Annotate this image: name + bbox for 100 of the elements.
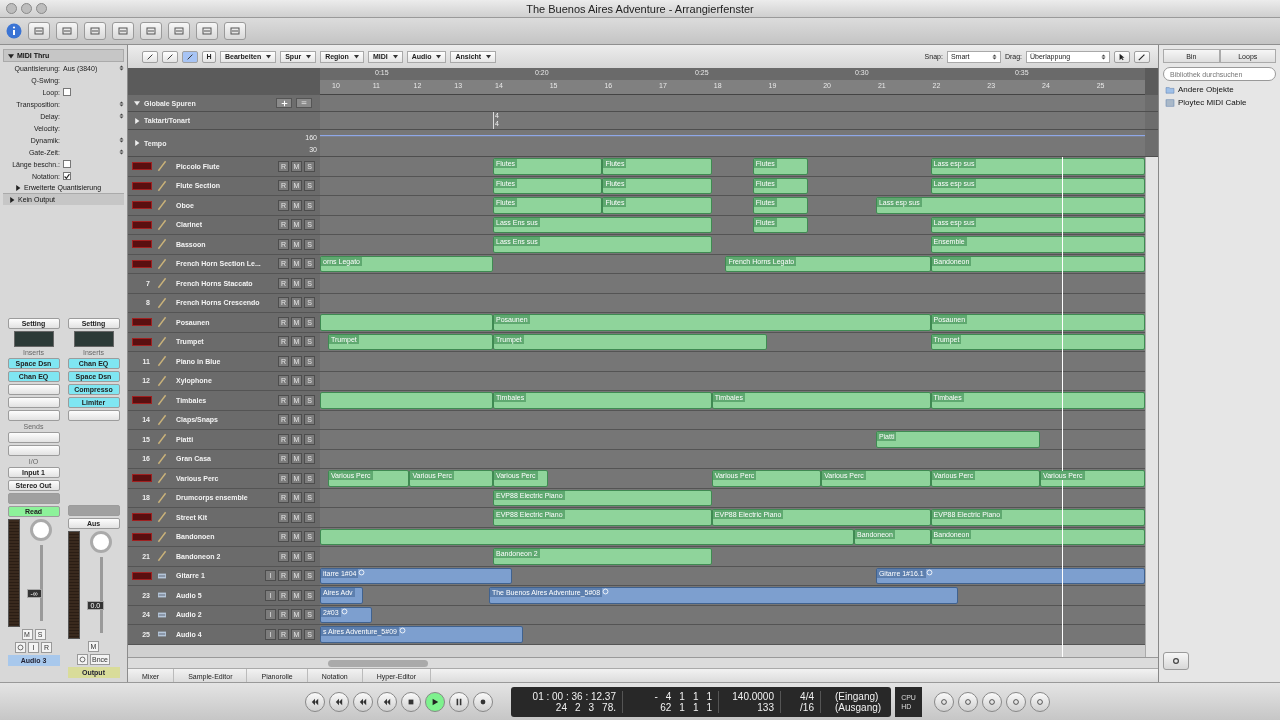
instrument-icon (155, 550, 169, 563)
checkbox[interactable] (63, 172, 71, 180)
configure-button[interactable] (296, 98, 312, 108)
time-signature-value: 4/4 (800, 690, 814, 702)
record-enable-indicator[interactable] (132, 474, 152, 483)
stepper-icon[interactable] (991, 52, 997, 61)
panel-button[interactable] (140, 22, 162, 40)
fader-track[interactable] (99, 557, 103, 633)
midi-region[interactable] (320, 528, 854, 545)
insert-slot[interactable] (67, 410, 120, 421)
action-menu-button[interactable] (1163, 652, 1189, 670)
record-enable-indicator[interactable] (132, 181, 152, 190)
forward-button[interactable] (377, 691, 397, 712)
grid-button[interactable] (196, 22, 218, 40)
send-slot[interactable] (7, 445, 60, 456)
record-enable-indicator[interactable] (132, 571, 152, 580)
stepper-icon[interactable] (119, 136, 124, 144)
stepper-icon[interactable] (119, 100, 124, 108)
instrument-icon (155, 530, 169, 543)
play-button[interactable] (425, 691, 445, 712)
list-button[interactable] (56, 22, 78, 40)
stepper-icon[interactable] (119, 112, 124, 120)
eq-display[interactable] (73, 331, 114, 347)
smpte-subframe-value: 78. (602, 701, 616, 713)
instrument-icon (155, 394, 169, 407)
tempo-line[interactable] (320, 135, 1145, 137)
add-button[interactable] (276, 98, 292, 108)
link-button[interactable] (77, 654, 88, 665)
metronome-button[interactable] (1029, 691, 1050, 712)
insert-slot[interactable] (7, 397, 60, 408)
disclosure-triangle-icon[interactable] (8, 52, 14, 59)
checkbox[interactable] (63, 88, 71, 96)
group-slot[interactable] (67, 505, 120, 516)
send-slot[interactable] (7, 432, 60, 443)
window-control-button[interactable] (36, 3, 47, 14)
folder-icon (1165, 85, 1175, 94)
midi-region[interactable] (320, 392, 493, 409)
pencil-button[interactable] (28, 22, 50, 40)
stop-button[interactable] (401, 691, 421, 712)
insert-slot[interactable] (7, 384, 60, 395)
horizontal-scrollbar[interactable] (128, 657, 1158, 668)
solo-button[interactable] (981, 691, 1002, 712)
device-icon (1165, 98, 1175, 107)
pan-knob[interactable] (90, 531, 112, 553)
back-arrow-button[interactable] (142, 50, 158, 63)
eq-display[interactable] (13, 331, 54, 347)
pencil-tool-button[interactable] (1134, 50, 1150, 63)
instrument-icon (155, 238, 169, 251)
sync-button[interactable] (1005, 691, 1026, 712)
rewind-button[interactable] (353, 691, 373, 712)
pause-button[interactable] (449, 691, 469, 712)
bar-position-value: 4 (665, 690, 672, 702)
record-enable-indicator[interactable] (132, 220, 152, 229)
checkbox[interactable] (63, 160, 71, 168)
link-button[interactable] (162, 50, 178, 63)
catch-button[interactable] (182, 50, 198, 63)
window-control-button[interactable] (6, 3, 17, 14)
ring-icon (358, 568, 366, 576)
library-item[interactable]: Ploytec MIDI Cable (1178, 98, 1247, 107)
window-button[interactable] (112, 22, 134, 40)
grid-button[interactable] (168, 22, 190, 40)
caret-icon (353, 54, 359, 59)
library-item[interactable]: Andere Objekte (1178, 85, 1234, 94)
pan-knob[interactable] (30, 519, 52, 541)
record-enable-indicator[interactable] (132, 318, 152, 327)
window-button[interactable] (84, 22, 106, 40)
mixer-button[interactable] (224, 22, 246, 40)
window-control-button[interactable] (21, 3, 32, 14)
record-button[interactable] (473, 691, 493, 712)
instrument-icon (155, 179, 169, 192)
vertical-scrollbar[interactable] (1145, 157, 1158, 657)
link-button[interactable] (15, 642, 26, 653)
record-enable-indicator[interactable] (132, 396, 152, 405)
insert-slot[interactable] (7, 410, 60, 421)
record-enable-indicator[interactable] (132, 259, 152, 268)
replace-button[interactable] (957, 691, 978, 712)
cycle-button[interactable] (329, 691, 349, 712)
disclosure-triangle-icon[interactable] (15, 184, 21, 191)
midi-input-label: (Eingang) (835, 690, 880, 702)
instrument-icon (155, 491, 169, 504)
disclosure-triangle-icon[interactable] (9, 196, 15, 203)
stepper-icon[interactable] (119, 148, 124, 156)
record-enable-indicator[interactable] (132, 513, 152, 522)
midi-region[interactable] (320, 314, 493, 331)
caret-icon (266, 54, 272, 59)
record-enable-indicator[interactable] (132, 532, 152, 541)
stepper-icon[interactable] (1101, 52, 1106, 61)
waveform-icon (155, 591, 169, 600)
go-to-start-button[interactable] (305, 691, 325, 712)
record-enable-indicator[interactable] (132, 201, 152, 210)
record-enable-indicator[interactable] (132, 240, 152, 249)
group-slot[interactable] (7, 493, 60, 504)
pointer-tool-button[interactable] (1114, 50, 1130, 63)
info-icon[interactable] (6, 23, 22, 39)
fader-track[interactable] (39, 545, 43, 621)
ring-icon (17, 644, 24, 651)
record-enable-indicator[interactable] (132, 162, 152, 171)
record-enable-indicator[interactable] (132, 337, 152, 346)
stepper-icon[interactable] (119, 64, 124, 72)
window-title: The Buenos Aires Adventure - Arrangierfenster (526, 2, 754, 15)
